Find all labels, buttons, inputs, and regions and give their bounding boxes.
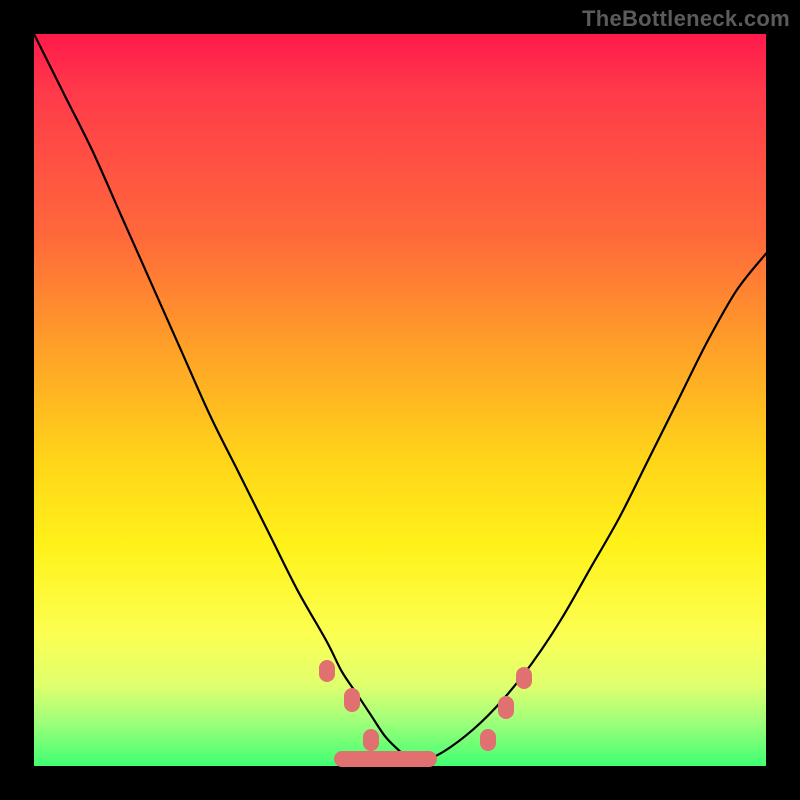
- bump-left-mid: [344, 688, 360, 711]
- watermark-text: TheBottleneck.com: [582, 6, 790, 32]
- left-curve: [34, 34, 415, 766]
- bump-left-low: [363, 729, 379, 751]
- right-curve: [415, 254, 766, 766]
- bump-right-low: [480, 729, 496, 751]
- chart-frame: TheBottleneck.com: [0, 0, 800, 800]
- curves-svg: [34, 34, 766, 766]
- bump-left-high: [319, 660, 335, 682]
- bump-valley-bar: [334, 751, 436, 767]
- bump-right-mid: [498, 696, 514, 719]
- bump-right-high: [516, 667, 532, 689]
- plot-area: [34, 34, 766, 766]
